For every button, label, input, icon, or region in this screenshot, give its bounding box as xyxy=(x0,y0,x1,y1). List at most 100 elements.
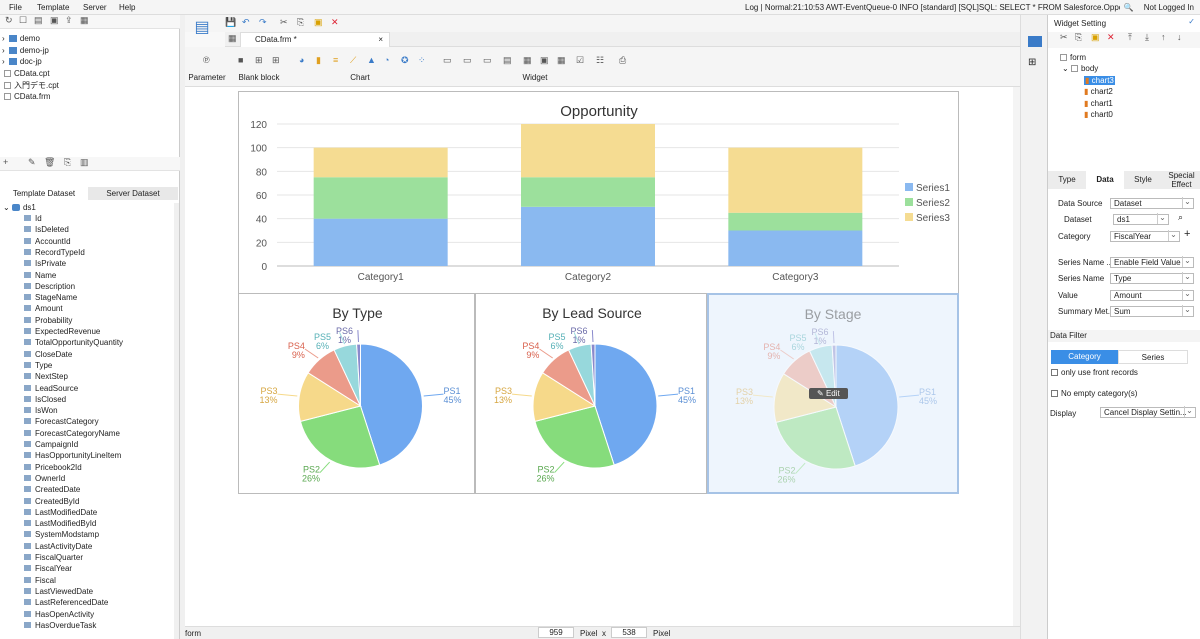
field-item[interactable]: IsDeleted xyxy=(24,225,69,234)
file-tree-item[interactable]: › demo xyxy=(2,34,40,43)
cut-icon[interactable]: ✂ xyxy=(280,17,288,28)
image-icon[interactable]: ▣ xyxy=(50,15,59,26)
only-front-option[interactable]: only use front records xyxy=(1051,368,1138,377)
field-item[interactable]: NextStep xyxy=(24,372,68,381)
display-select[interactable]: Cancel Display Settin... xyxy=(1100,406,1196,418)
copy-icon[interactable]: ⎘ xyxy=(1075,32,1082,43)
field-item[interactable]: Probability xyxy=(24,316,72,325)
gauge-chart-icon[interactable]: ◔ xyxy=(384,55,389,66)
expand-icon[interactable]: › xyxy=(2,46,7,55)
undo-icon[interactable]: ↶ xyxy=(242,17,250,28)
form-canvas[interactable]: Opportunity 0 20 40 60 80 100 120 Category1 Categ… xyxy=(185,87,1021,627)
field-item[interactable]: AccountId xyxy=(24,237,71,246)
preview-icon[interactable]: ⎘ xyxy=(64,157,71,168)
tab-template-dataset[interactable]: Template Dataset xyxy=(0,187,88,200)
field-item[interactable]: FiscalQuarter xyxy=(24,553,83,562)
add-dataset-icon[interactable]: + xyxy=(3,157,8,168)
block-table-icon[interactable]: ⊞ xyxy=(272,55,280,66)
prop-select[interactable]: FiscalYear xyxy=(1110,230,1180,242)
move-bottom-icon[interactable]: ⤓ xyxy=(1145,32,1149,43)
paste-icon[interactable]: ▣ xyxy=(1091,32,1100,43)
paste-icon[interactable]: ▣ xyxy=(314,17,323,28)
filter-tab-series[interactable]: Series xyxy=(1118,350,1188,364)
delete-icon[interactable]: ✕ xyxy=(1107,32,1115,43)
chart-by-lead-source[interactable]: By Lead Source PS1 45% PS2 26% PS3 13% PS4 9% PS5… xyxy=(475,293,707,494)
width-input[interactable]: 959 xyxy=(538,627,574,638)
field-item[interactable]: OwnerId xyxy=(24,474,65,483)
open-file-icon[interactable]: ☐ xyxy=(19,15,27,26)
tree-form[interactable]: form xyxy=(1060,53,1086,62)
chart-opportunity[interactable]: Opportunity 0 20 40 60 80 100 120 Category1 Categ… xyxy=(238,91,959,295)
field-item[interactable]: CloseDate xyxy=(24,350,72,359)
field-item[interactable]: ExpectedRevenue xyxy=(24,327,100,336)
field-item[interactable]: LastViewedDate xyxy=(24,587,93,596)
save-icon[interactable]: 💾 xyxy=(225,17,236,28)
field-item[interactable]: Name xyxy=(24,271,56,280)
widget-setting-icon[interactable] xyxy=(1028,36,1042,47)
cut-icon[interactable]: ✂ xyxy=(1060,32,1068,43)
data-filter-header[interactable]: Data Filter xyxy=(1048,330,1200,342)
field-item[interactable]: FiscalYear xyxy=(24,564,72,573)
file-tree-item[interactable]: CData.frm xyxy=(2,92,50,101)
no-empty-option[interactable]: No empty category(s) xyxy=(1051,389,1137,398)
field-item[interactable]: IsPrivate xyxy=(24,259,66,268)
edit-icon[interactable]: ✎ xyxy=(28,157,36,168)
field-item[interactable]: CampaignId xyxy=(24,440,78,449)
file-tree-item[interactable]: 入門デモ.cpt xyxy=(2,80,59,91)
tree-chart-item[interactable]: ▮ chart0 xyxy=(1084,110,1113,119)
dataset-node[interactable]: ⌄ ds1 xyxy=(3,203,36,212)
field-item[interactable]: LastModifiedById xyxy=(24,519,96,528)
field-item[interactable]: HasOpenActivity xyxy=(24,610,94,619)
area-chart-icon[interactable]: ▲ xyxy=(367,55,376,66)
confirm-icon[interactable]: ✓ xyxy=(1188,17,1195,26)
field-item[interactable]: SystemModstamp xyxy=(24,530,99,539)
field-item[interactable]: Fiscal xyxy=(24,576,56,585)
field-item[interactable]: LastModifiedDate xyxy=(24,508,97,517)
line-chart-icon[interactable]: ⟋ xyxy=(350,55,356,66)
field-item[interactable]: Type xyxy=(24,361,52,370)
connection-icon[interactable]: ▥ xyxy=(80,157,89,168)
only-front-checkbox[interactable] xyxy=(1051,369,1058,376)
pie-chart-icon[interactable]: ◕ xyxy=(299,55,304,66)
menu-server[interactable]: Server xyxy=(83,3,107,12)
tab-data[interactable]: Data xyxy=(1086,171,1124,189)
field-item[interactable]: StageName xyxy=(24,293,77,302)
field-item[interactable]: HasOverdueTask xyxy=(24,621,96,630)
tree-widget-icon[interactable]: ☷ xyxy=(596,55,604,66)
move-up-icon[interactable]: ↑ xyxy=(1161,32,1166,43)
close-tab-icon[interactable]: × xyxy=(378,33,383,47)
menu-help[interactable]: Help xyxy=(119,3,135,12)
export-icon[interactable]: ⇪ xyxy=(65,15,73,26)
no-empty-checkbox[interactable] xyxy=(1051,390,1058,397)
block-grid-icon[interactable]: ⊞ xyxy=(255,55,263,66)
expand-icon[interactable]: › xyxy=(2,57,7,66)
search-icon[interactable]: 🔍 xyxy=(1124,3,1134,12)
more-widget-icon[interactable]: ⎙ xyxy=(619,55,626,66)
expand-icon[interactable]: › xyxy=(2,34,7,43)
field-item[interactable]: LeadSource xyxy=(24,384,78,393)
field-item[interactable]: Amount xyxy=(24,304,63,313)
tree-body[interactable]: ⌄ body xyxy=(1062,64,1098,73)
field-item[interactable]: IsClosed xyxy=(24,395,66,404)
delete-icon[interactable]: ▦ xyxy=(80,15,89,26)
file-tree-item[interactable]: › doc-jp xyxy=(2,57,42,66)
field-item[interactable]: LastReferencedDate xyxy=(24,598,108,607)
tab-type[interactable]: Type xyxy=(1048,171,1086,189)
collapse-icon[interactable]: ⌄ xyxy=(3,203,10,212)
field-item[interactable]: CreatedById xyxy=(24,497,79,506)
scatter-chart-icon[interactable]: ⁘ xyxy=(418,55,426,66)
redo-icon[interactable]: ↷ xyxy=(259,17,267,28)
tab-cdata-frm[interactable]: CData.frm * × xyxy=(240,32,390,47)
menu-file[interactable]: File xyxy=(9,3,22,12)
field-item[interactable]: Pricebook2Id xyxy=(24,463,82,472)
search-dataset-icon[interactable]: ⌕ xyxy=(1178,212,1183,223)
field-item[interactable]: Description xyxy=(24,282,75,291)
field-item[interactable]: HasOpportunityLineItem xyxy=(24,451,121,460)
field-item[interactable]: IsWon xyxy=(24,406,58,415)
menu-template[interactable]: Template xyxy=(37,3,69,12)
list-icon[interactable]: ▤ xyxy=(34,15,43,26)
layout-icon[interactable]: ⊞ xyxy=(1028,57,1036,68)
tab-server-dataset[interactable]: Server Dataset xyxy=(88,187,178,200)
file-tree-item[interactable]: CData.cpt xyxy=(2,69,50,78)
number-icon[interactable]: ▣ xyxy=(540,55,549,66)
